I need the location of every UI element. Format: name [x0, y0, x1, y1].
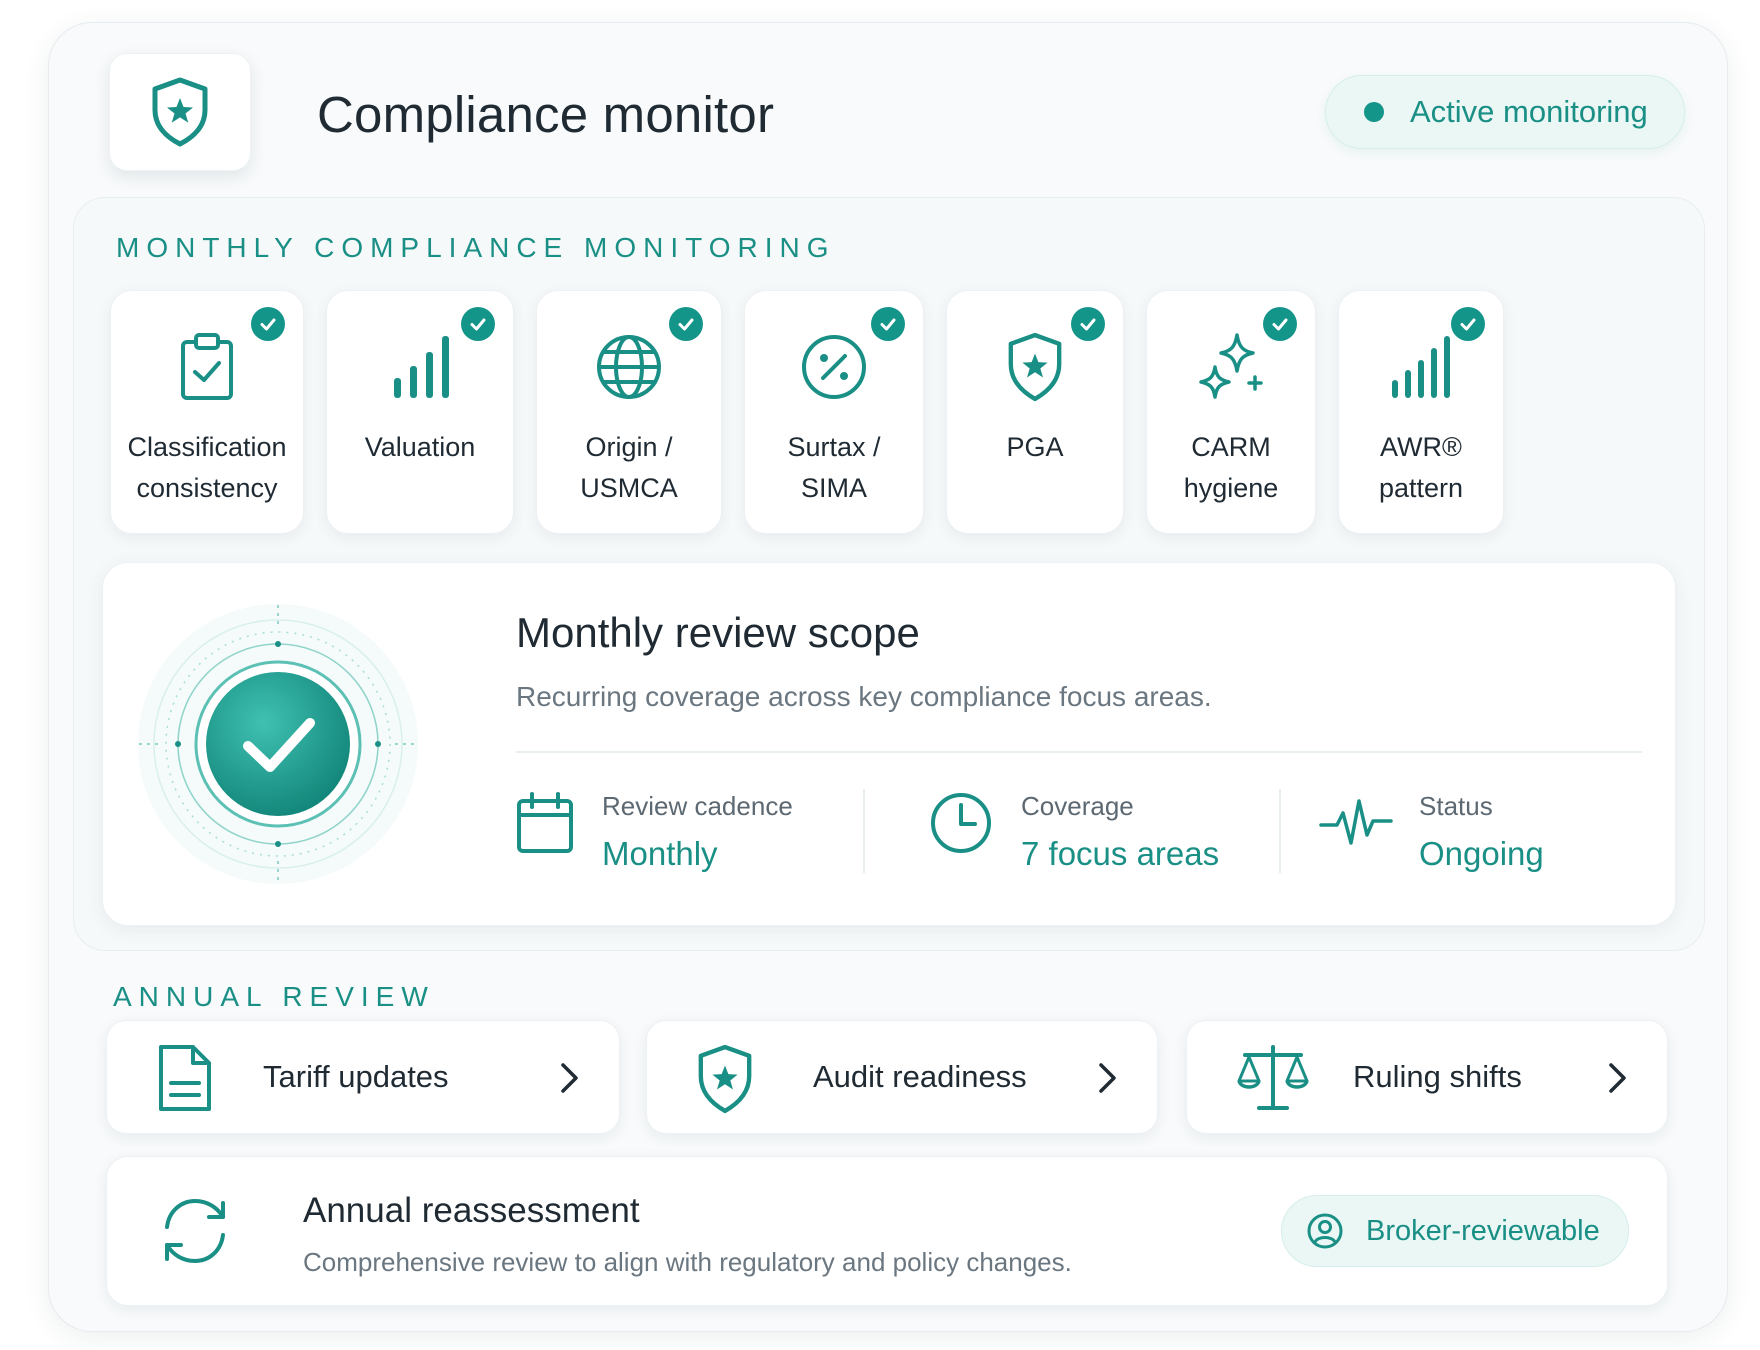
- bar-chart-icon: [394, 336, 449, 398]
- check-icon: [251, 307, 285, 341]
- compliance-monitor-window: Compliance monitor Active monitoring MON…: [48, 22, 1728, 1332]
- annual-item-audit-readiness[interactable]: Audit readiness: [646, 1020, 1158, 1134]
- annual-item-label: Audit readiness: [813, 1059, 1027, 1094]
- stat-status: Status Ongoing: [1319, 785, 1639, 885]
- check-icon: [669, 307, 703, 341]
- stat-label: Coverage: [1021, 791, 1134, 821]
- annual-item-tariff-updates[interactable]: Tariff updates: [106, 1020, 620, 1134]
- active-monitoring-badge[interactable]: Active monitoring: [1325, 75, 1685, 149]
- stat-label: Status: [1419, 791, 1493, 821]
- focus-card-classification[interactable]: Classification consistency: [110, 290, 304, 534]
- check-icon: [1263, 307, 1297, 341]
- focus-card-label: CARM hygiene: [1183, 432, 1279, 503]
- shield-star-icon: [152, 77, 208, 147]
- divider: [516, 751, 1642, 753]
- reassessment-subtitle: Comprehensive review to align with regul…: [303, 1247, 1072, 1277]
- monthly-review-scope-card: Monthly review scope Recurring coverage …: [102, 562, 1676, 926]
- annual-item-label: Ruling shifts: [1353, 1059, 1522, 1094]
- scope-subtitle: Recurring coverage across key compliance…: [516, 681, 1212, 712]
- chevron-right-icon: [1099, 1063, 1116, 1093]
- monthly-monitoring-panel: MONTHLY COMPLIANCE MONITORING Classifica…: [73, 197, 1705, 951]
- focus-card-valuation[interactable]: Valuation: [326, 290, 514, 534]
- shield-star-icon: [698, 1044, 752, 1114]
- stat-value: 7 focus areas: [1021, 835, 1220, 872]
- pulse-icon: [1319, 799, 1393, 845]
- check-icon: [1071, 307, 1105, 341]
- scope-title: Monthly review scope: [516, 609, 920, 656]
- shield-star-icon: [1008, 332, 1062, 402]
- calendar-icon: [517, 792, 573, 853]
- check-icon: [461, 307, 495, 341]
- reassessment-title: Annual reassessment: [303, 1191, 640, 1230]
- focus-card-label: Surtax / SIMA: [787, 432, 881, 503]
- document-icon: [159, 1045, 211, 1111]
- stat-value: Ongoing: [1419, 835, 1544, 872]
- annual-item-label: Tariff updates: [263, 1059, 449, 1094]
- bars-icon: [1392, 336, 1450, 398]
- sparkles-icon: [1199, 333, 1263, 399]
- check-icon: [1451, 307, 1485, 341]
- stat-value: Monthly: [602, 835, 718, 872]
- focus-card-label: Valuation: [364, 432, 476, 462]
- chevron-right-icon: [1609, 1063, 1626, 1093]
- annual-item-ruling-shifts[interactable]: Ruling shifts: [1186, 1020, 1668, 1134]
- focus-card-label: AWR® pattern: [1378, 432, 1464, 503]
- focus-card-label: Classification consistency: [127, 432, 287, 503]
- section-label-annual: ANNUAL REVIEW: [113, 981, 435, 1012]
- globe-icon: [597, 335, 661, 399]
- check-circle-icon: [138, 604, 418, 884]
- refresh-icon: [165, 1198, 225, 1264]
- stat-coverage: Coverage 7 focus areas: [929, 785, 1249, 885]
- focus-area-cards: Classification consistency Valuation Ori…: [110, 290, 1676, 534]
- broker-reviewable-label: Broker-reviewable: [1366, 1214, 1600, 1247]
- focus-card-surtax[interactable]: Surtax / SIMA: [744, 290, 924, 534]
- annual-reassessment-card: Annual reassessment Comprehensive review…: [106, 1156, 1668, 1306]
- section-label-monthly: MONTHLY COMPLIANCE MONITORING: [116, 232, 836, 263]
- check-icon: [871, 307, 905, 341]
- divider: [1279, 789, 1281, 873]
- chevron-right-icon: [561, 1063, 578, 1093]
- clock-icon: [931, 793, 991, 853]
- stat-label: Review cadence: [602, 791, 793, 821]
- app-logo: [109, 53, 251, 171]
- focus-card-carm[interactable]: CARM hygiene: [1146, 290, 1316, 534]
- user-circle-icon: [1307, 1213, 1343, 1249]
- percent-icon: [802, 335, 866, 399]
- stat-review-cadence: Review cadence Monthly: [516, 785, 836, 885]
- scales-icon: [1237, 1045, 1309, 1110]
- focus-card-origin[interactable]: Origin / USMCA: [536, 290, 722, 534]
- focus-card-label: PGA: [1006, 432, 1064, 462]
- status-dot-icon: [1364, 102, 1384, 122]
- focus-card-label: Origin / USMCA: [580, 432, 678, 503]
- clipboard-check-icon: [181, 333, 233, 400]
- active-monitoring-label: Active monitoring: [1410, 94, 1648, 129]
- focus-card-awr[interactable]: AWR® pattern: [1338, 290, 1504, 534]
- focus-card-pga[interactable]: PGA: [946, 290, 1124, 534]
- broker-reviewable-badge[interactable]: Broker-reviewable: [1281, 1195, 1629, 1267]
- page-title: Compliance monitor: [317, 86, 775, 143]
- divider: [863, 789, 865, 873]
